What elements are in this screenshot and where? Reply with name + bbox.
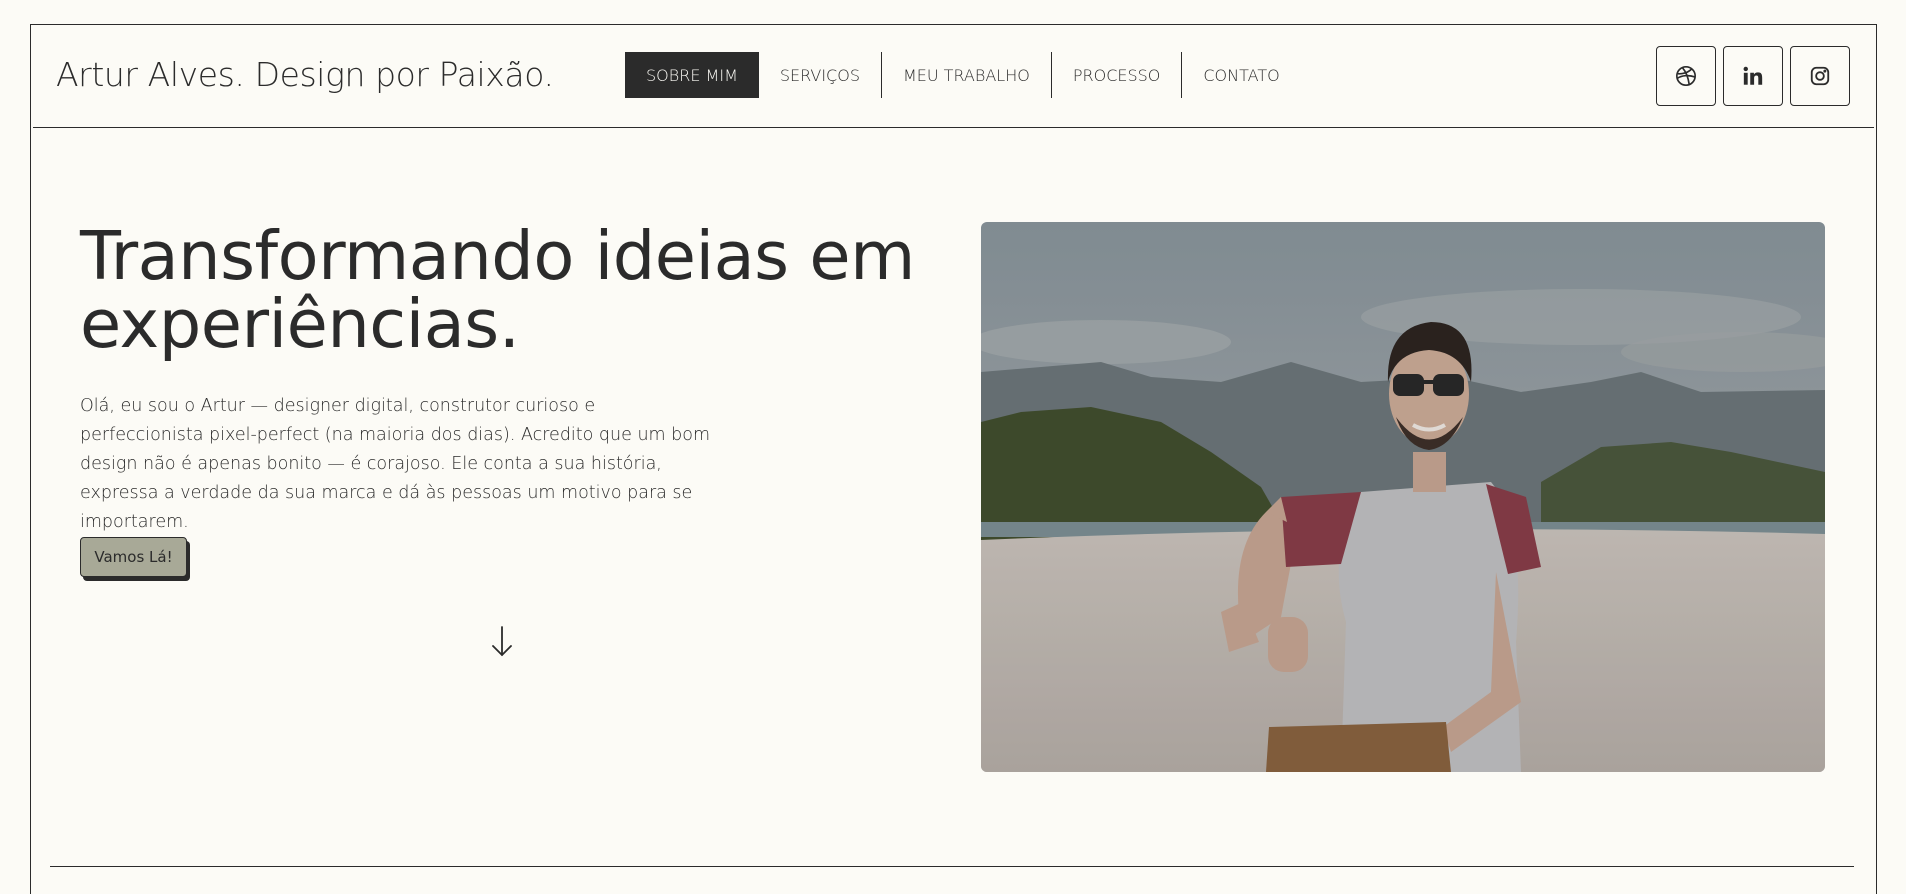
nav-item-processo[interactable]: PROCESSO — [1052, 52, 1182, 98]
nav-item-contato[interactable]: CONTATO — [1182, 52, 1300, 98]
nav-item-meu-trabalho[interactable]: MEU TRABALHO — [882, 52, 1051, 98]
dribbble-icon — [1676, 66, 1696, 86]
main-nav: SOBRE MIM SERVIÇOS MEU TRABALHO PROCESSO… — [625, 52, 1301, 98]
brand-title[interactable]: Artur Alves. Design por Paixão. — [56, 55, 554, 94]
site-header: Artur Alves. Design por Paixão. SOBRE MI… — [33, 24, 1874, 128]
hero-title: Transformando ideias em experiências. — [80, 222, 980, 358]
hero-description: Olá, eu sou o Artur — designer digital, … — [80, 396, 711, 532]
vamos-la-button[interactable]: Vamos Lá! — [80, 537, 187, 577]
hero-title-line-2: experiências. — [80, 285, 520, 363]
dribbble-button[interactable] — [1656, 46, 1716, 106]
section-divider — [50, 866, 1854, 867]
portrait-photo — [981, 222, 1825, 772]
instagram-icon — [1810, 66, 1830, 86]
arrow-down-icon[interactable] — [488, 624, 516, 660]
linkedin-button[interactable] — [1723, 46, 1783, 106]
hero-title-line-1: Transformando ideias em — [80, 217, 915, 295]
instagram-button[interactable] — [1790, 46, 1850, 106]
linkedin-icon — [1743, 66, 1763, 85]
nav-item-servicos[interactable]: SERVIÇOS — [759, 52, 881, 98]
nav-item-sobre-mim[interactable]: SOBRE MIM — [625, 52, 759, 98]
social-links — [1656, 46, 1850, 106]
